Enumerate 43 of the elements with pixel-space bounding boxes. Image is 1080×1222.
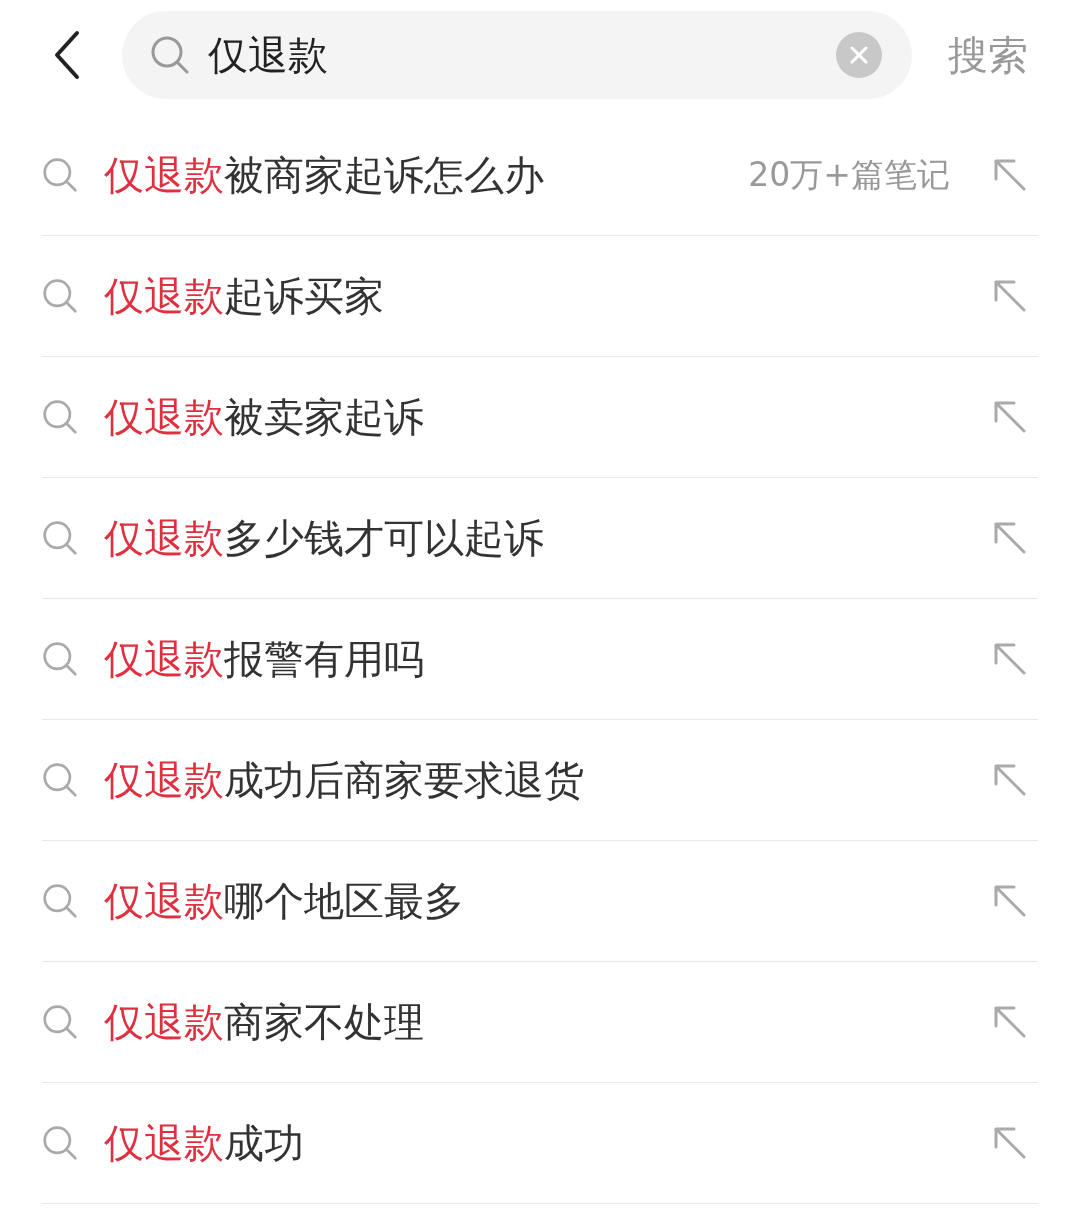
arrow-icon (993, 642, 1027, 676)
suggestion-item[interactable]: 仅退款多少钱才可以起诉 (42, 478, 1038, 599)
back-icon (54, 30, 80, 80)
arrow-icon (993, 1005, 1027, 1039)
suggestion-text: 仅退款被卖家起诉 (104, 392, 425, 442)
suggestion-text: 仅退款被商家起诉怎么办 (104, 150, 545, 200)
search-icon (42, 762, 78, 798)
close-icon (850, 46, 868, 64)
suggestion-text: 仅退款起诉买家 (104, 271, 385, 321)
suggestion-item[interactable]: 仅退款报警有用吗 (42, 599, 1038, 720)
suggestion-text: 仅退款商家不处理 (104, 997, 425, 1047)
search-icon (42, 157, 78, 193)
search-icon (42, 641, 78, 677)
suggestion-item[interactable]: 仅退款商家不处理 (42, 962, 1038, 1083)
search-icon (42, 520, 78, 556)
suggestion-item[interactable]: 仅退款起诉买家 (42, 236, 1038, 357)
note-count: 20万+篇笔记 (748, 153, 950, 196)
suggestion-item[interactable]: 仅退款哪个地区最多 (42, 841, 1038, 962)
suggestion-item[interactable]: 仅退款被商家起诉怎么办 20万+篇笔记 (42, 115, 1038, 236)
suggestion-item[interactable]: 仅退款成功后商家要求退货 (42, 720, 1038, 841)
suggestion-text: 仅退款成功 (104, 1118, 305, 1168)
suggestion-text: 仅退款成功后商家要求退货 (104, 755, 585, 805)
arrow-icon (993, 1126, 1027, 1160)
suggestion-item[interactable]: 仅退款成功 (42, 1083, 1038, 1204)
search-icon (42, 278, 78, 314)
search-bar[interactable]: 仅退款 (122, 11, 912, 99)
arrow-icon (993, 884, 1027, 918)
search-icon (42, 1004, 78, 1040)
suggestion-item[interactable]: 仅退款被卖家起诉 (42, 357, 1038, 478)
suggestion-text: 仅退款哪个地区最多 (104, 876, 465, 926)
search-icon (42, 883, 78, 919)
search-icon (42, 399, 78, 435)
search-icon (42, 1125, 78, 1161)
search-icon (150, 35, 190, 75)
arrow-icon (993, 158, 1027, 192)
suggestion-text: 仅退款多少钱才可以起诉 (104, 513, 545, 563)
clear-button[interactable] (836, 32, 882, 78)
suggestion-text: 仅退款报警有用吗 (104, 634, 425, 684)
arrow-icon (993, 400, 1027, 434)
arrow-icon (993, 763, 1027, 797)
arrow-icon (993, 521, 1027, 555)
arrow-icon (993, 279, 1027, 313)
search-field[interactable]: 仅退款 (206, 31, 836, 79)
